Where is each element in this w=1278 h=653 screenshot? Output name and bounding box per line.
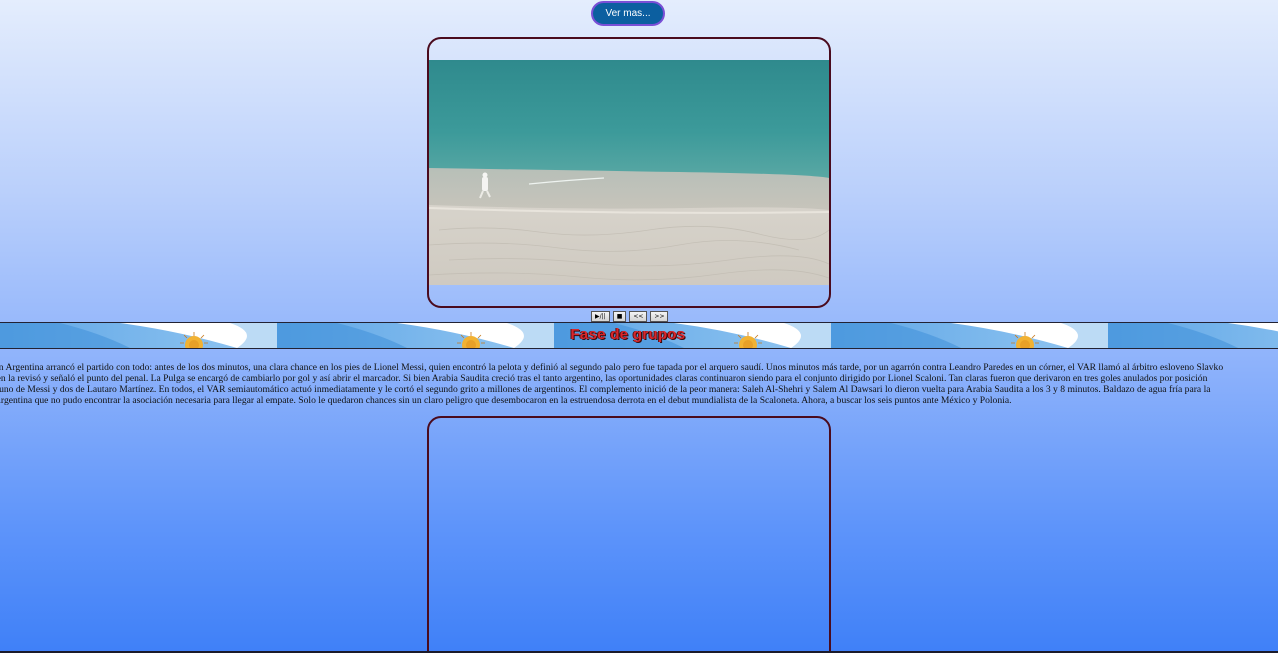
forward-button[interactable]: >> [650,311,669,322]
second-video-player[interactable] [427,416,831,653]
stop-button[interactable]: ■ [612,311,627,322]
article-line: Argentina que no pudo encontrar la asoci… [0,395,1012,406]
rewind-button[interactable]: << [629,311,648,322]
section-banner: Fase de grupos [0,322,1278,349]
article-text: ón Argentina arrancó el partido con todo… [0,362,1278,406]
video-player[interactable] [427,37,831,308]
article-line: ien la revisó y señaló el punto del pena… [0,373,1208,384]
section-title: Fase de grupos [570,326,686,343]
play-pause-button[interactable]: ▶/|| [591,311,610,322]
ver-mas-button[interactable]: Ver mas... [591,1,665,26]
article-line: : uno de Messi y dos de Lautaro Martínez… [0,384,1211,395]
article-line: ón Argentina arrancó el partido con todo… [0,362,1224,373]
video-frame-image [429,60,829,285]
video-controls: ▶/|| ■ << >> [591,311,669,322]
